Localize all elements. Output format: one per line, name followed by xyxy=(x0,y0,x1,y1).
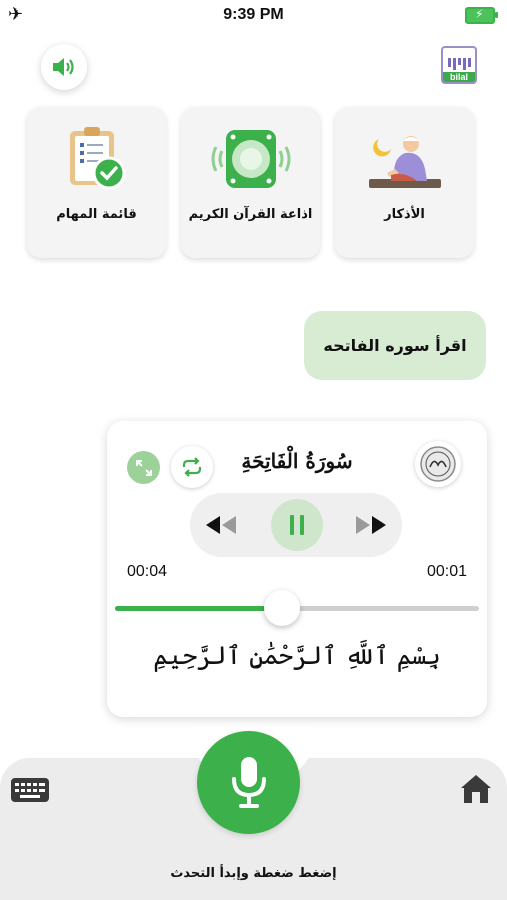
card-task-list[interactable]: قائمة المهام xyxy=(27,107,166,258)
card-azkar[interactable]: الأذكار xyxy=(335,107,474,258)
home-button[interactable] xyxy=(459,773,493,805)
speak-hint: إضغط ضغطة وإبدأ التحدث xyxy=(170,866,337,881)
quran-emblem-icon xyxy=(415,441,461,487)
radio-speaker-icon xyxy=(206,125,296,199)
card-label: اذاعة القرآن الكريم xyxy=(188,207,313,222)
microphone-button[interactable] xyxy=(197,731,300,834)
next-icon xyxy=(356,516,386,534)
playback-controls xyxy=(190,493,402,557)
card-label: قائمة المهام xyxy=(56,207,137,222)
pause-icon xyxy=(290,515,304,535)
pause-button[interactable] xyxy=(271,499,323,551)
card-label: الأذكار xyxy=(384,207,425,222)
praying-man-icon xyxy=(365,125,445,199)
previous-button[interactable] xyxy=(204,509,238,541)
status-bar: ✈ 9:39 PM ⚡ xyxy=(0,0,507,30)
previous-icon xyxy=(206,516,236,534)
quran-player-card: سُورَةُ الْفَاتِحَةِ 00:04 00:01 بِسْمِ … xyxy=(107,421,487,717)
user-message-bubble: اقرأ سوره الفاتحه xyxy=(304,311,486,380)
microphone-icon xyxy=(231,756,266,808)
next-button[interactable] xyxy=(354,509,388,541)
remaining-time: 00:01 xyxy=(426,563,467,580)
home-icon xyxy=(461,775,491,803)
progress-fill xyxy=(115,606,283,611)
keyboard-icon xyxy=(11,778,49,802)
keyboard-button[interactable] xyxy=(10,777,50,803)
battery-charging-icon: ⚡ xyxy=(465,7,498,24)
card-quran-radio[interactable]: اذاعة القرآن الكريم xyxy=(181,107,320,258)
slider-thumb[interactable] xyxy=(264,590,301,626)
speaker-icon xyxy=(53,58,74,76)
verse-text: بِسْمِ ٱللَّهِ ٱلرَّحْمَٰنِ ٱلرَّحِيمِ xyxy=(153,641,441,670)
elapsed-time: 00:04 xyxy=(127,563,168,580)
sound-toggle-button[interactable] xyxy=(41,44,87,90)
bilal-logo: bilal xyxy=(441,46,477,84)
clipboard-check-icon xyxy=(62,125,132,199)
status-time: 9:39 PM xyxy=(223,6,284,23)
progress-slider[interactable] xyxy=(115,590,479,626)
